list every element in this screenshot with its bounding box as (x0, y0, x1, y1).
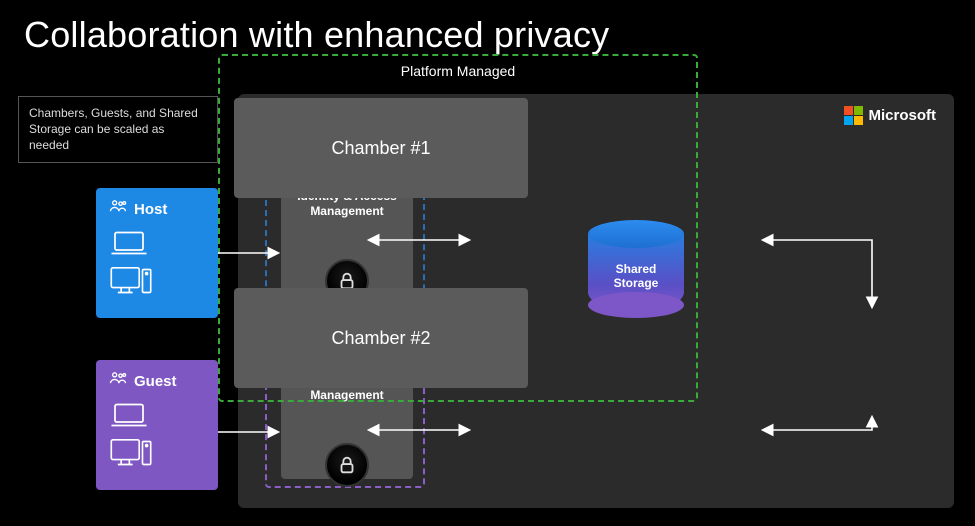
laptop-icon (108, 400, 206, 430)
chamber-1: Chamber #1 (234, 98, 528, 198)
scaling-note: Chambers, Guests, and Shared Storage can… (18, 96, 218, 163)
platform-managed-label: Platform Managed (401, 63, 515, 79)
host-label: Host (134, 201, 167, 218)
lock-icon (325, 443, 369, 487)
laptop-icon (108, 228, 206, 258)
people-icon (108, 370, 128, 392)
guest-tile: Guest (96, 360, 218, 490)
microsoft-logo: Microsoft (844, 106, 937, 125)
storage-label-1: Shared (616, 262, 657, 276)
guest-label: Guest (134, 373, 177, 390)
microsoft-grid-icon (844, 106, 863, 125)
shared-storage: Shared Storage (588, 220, 684, 318)
brand-text: Microsoft (869, 107, 937, 124)
desktop-icon (108, 264, 206, 298)
chamber-2: Chamber #2 (234, 288, 528, 388)
platform-managed-box: Platform Managed Chamber #1 Chamber #2 S… (218, 54, 698, 402)
desktop-icon (108, 436, 206, 470)
host-tile: Host (96, 188, 218, 318)
people-icon (108, 198, 128, 220)
storage-label-2: Storage (614, 276, 659, 290)
page-title: Collaboration with enhanced privacy (24, 14, 609, 56)
